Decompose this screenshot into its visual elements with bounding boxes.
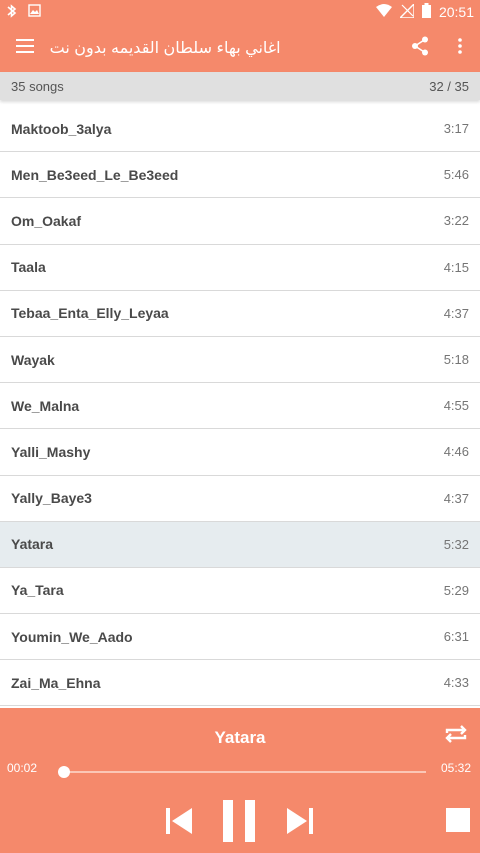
- next-button[interactable]: [284, 805, 316, 837]
- more-vert-icon: [458, 37, 462, 59]
- song-duration: 4:37: [443, 490, 469, 506]
- song-name: Om_Oakaf: [11, 212, 82, 229]
- song-row[interactable]: Taala 4:15: [0, 245, 480, 291]
- song-row[interactable]: Ya_Tara 5:29: [0, 568, 480, 615]
- song-name: Yally_Baye3: [11, 490, 92, 507]
- song-name: Youmin_We_Aado: [11, 628, 133, 645]
- song-duration: 4:33: [443, 675, 469, 691]
- status-time: 20:51: [438, 4, 474, 20]
- previous-button[interactable]: [163, 805, 195, 837]
- song-name: Men_Be3eed_Le_Be3eed: [11, 166, 179, 183]
- song-name: Zai_Ma_Ehna: [11, 674, 101, 691]
- now-playing-title: Yatara: [214, 728, 266, 747]
- pause-icon: [219, 800, 259, 846]
- elapsed-time: 00:02: [7, 761, 38, 775]
- skip-next-icon: [284, 808, 316, 841]
- song-duration: 5:46: [443, 167, 469, 183]
- image-icon: [28, 4, 41, 20]
- song-name: Wayak: [11, 351, 55, 368]
- song-count: 35 songs: [11, 78, 64, 94]
- song-name: Yatara: [11, 536, 54, 553]
- share-button[interactable]: [401, 24, 441, 72]
- status-bar: 20:51: [0, 0, 480, 24]
- stop-button[interactable]: [446, 808, 470, 832]
- menu-button[interactable]: [0, 24, 50, 72]
- song-name: Yalli_Mashy: [11, 443, 91, 460]
- song-row[interactable]: We_Malna 4:55: [0, 383, 480, 430]
- song-duration: 4:46: [443, 444, 469, 460]
- song-name: Ya_Tara: [11, 582, 64, 599]
- song-row[interactable]: Zai_Ma_Ehna 4:33: [0, 660, 480, 707]
- song-list[interactable]: Maktoob_3alya 3:17 Men_Be3eed_Le_Be3eed …: [0, 106, 480, 708]
- song-row[interactable]: Yalli_Mashy 4:46: [0, 429, 480, 476]
- song-position: 32 / 35: [429, 78, 469, 94]
- repeat-button[interactable]: [444, 722, 468, 746]
- seek-thumb[interactable]: [58, 766, 71, 778]
- song-row[interactable]: Om_Oakaf 3:22: [0, 198, 480, 245]
- song-duration: 5:18: [443, 352, 469, 368]
- song-row[interactable]: Youmin_We_Aado 6:31: [0, 614, 480, 661]
- song-row[interactable]: Maktoob_3alya 3:17: [0, 106, 480, 153]
- song-duration: 5:29: [443, 582, 469, 598]
- song-duration: 6:31: [443, 629, 469, 645]
- signal-icon: [398, 1, 415, 21]
- player-panel: Yatara 00:02 05:32: [0, 708, 480, 853]
- skip-previous-icon: [163, 808, 195, 841]
- song-name: Maktoob_3alya: [11, 120, 112, 137]
- song-row-playing[interactable]: Yatara 5:32: [0, 521, 480, 568]
- song-row[interactable]: Men_Be3eed_Le_Be3eed 5:46: [0, 152, 480, 199]
- share-icon: [411, 36, 429, 61]
- hamburger-icon: [15, 38, 34, 58]
- song-name: Tebaa_Enta_Elly_Leyaa: [11, 305, 169, 322]
- song-duration: 4:55: [443, 398, 469, 414]
- song-duration: 3:22: [443, 213, 469, 229]
- song-row[interactable]: Yally_Baye3 4:37: [0, 476, 480, 522]
- repeat-icon: [444, 725, 468, 750]
- song-name: We_Malna: [11, 397, 80, 414]
- song-duration: 5:32: [443, 536, 469, 552]
- song-row[interactable]: Tebaa_Enta_Elly_Leyaa 4:37: [0, 291, 480, 337]
- songs-summary-bar: 35 songs 32 / 35: [0, 72, 480, 100]
- total-time: 05:32: [440, 761, 471, 775]
- song-duration: 4:15: [443, 259, 469, 275]
- song-duration: 4:37: [443, 305, 469, 321]
- wifi-icon: [375, 4, 392, 20]
- battery-icon: [421, 3, 431, 21]
- app-bar: اغاني بهاء سلطان القديمه بدون نت: [0, 24, 480, 72]
- song-name: Taala: [11, 259, 46, 276]
- seek-bar[interactable]: [62, 771, 426, 773]
- pause-button[interactable]: [219, 800, 259, 842]
- bluetooth-icon: [6, 3, 18, 21]
- song-row[interactable]: Wayak 5:18: [0, 337, 480, 384]
- song-duration: 3:17: [443, 121, 469, 137]
- app-title: اغاني بهاء سلطان القديمه بدون نت: [49, 40, 281, 57]
- more-options-button[interactable]: [440, 24, 480, 72]
